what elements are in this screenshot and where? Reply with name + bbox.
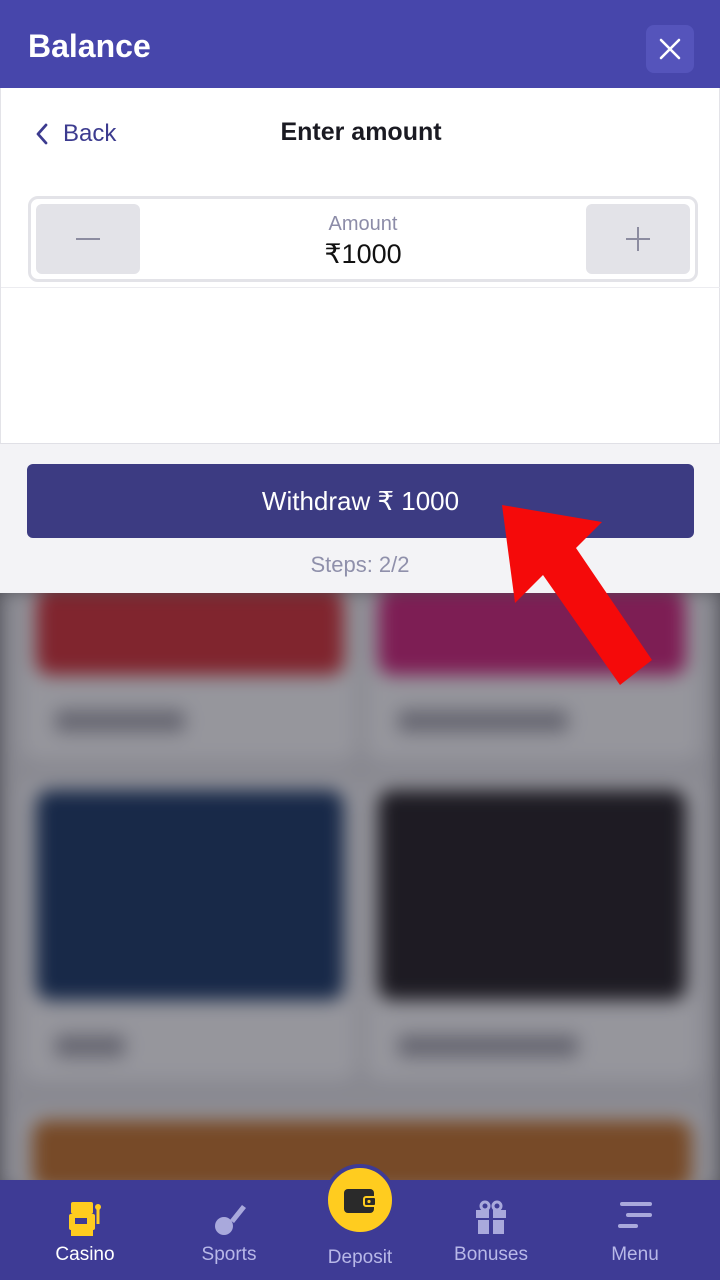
wallet-icon bbox=[344, 1189, 377, 1213]
close-button[interactable] bbox=[646, 25, 694, 73]
page-title: Enter amount bbox=[280, 118, 442, 146]
nav-menu[interactable]: Menu bbox=[563, 1180, 707, 1280]
amount-stepper: Amount ₹1000 bbox=[28, 196, 698, 282]
red-arrow-annotation bbox=[502, 505, 652, 685]
increase-amount-button[interactable] bbox=[586, 204, 690, 274]
nav-sports[interactable]: Sports bbox=[157, 1180, 301, 1280]
divider bbox=[1, 287, 720, 288]
deposit-button[interactable] bbox=[324, 1164, 396, 1236]
nav-bonuses-label: Bonuses bbox=[454, 1244, 528, 1265]
nav-bonuses[interactable]: Bonuses bbox=[419, 1180, 563, 1280]
header-title: Balance bbox=[28, 28, 151, 64]
nav-casino-label: Casino bbox=[55, 1244, 115, 1265]
nav-menu-label: Menu bbox=[611, 1244, 659, 1265]
nav-deposit-label: Deposit bbox=[327, 1247, 393, 1268]
nav-casino[interactable]: Casino bbox=[13, 1180, 157, 1280]
slot-machine-icon bbox=[69, 1202, 101, 1236]
close-icon bbox=[659, 38, 681, 60]
enter-amount-panel: Back Enter amount Amount ₹1000 bbox=[0, 88, 720, 443]
gift-icon bbox=[476, 1200, 506, 1234]
plus-icon bbox=[626, 227, 650, 251]
balance-header: Balance bbox=[0, 0, 720, 88]
menu-icon bbox=[618, 1202, 652, 1228]
cricket-bat-icon bbox=[215, 1205, 246, 1235]
nav-sports-label: Sports bbox=[201, 1244, 257, 1265]
